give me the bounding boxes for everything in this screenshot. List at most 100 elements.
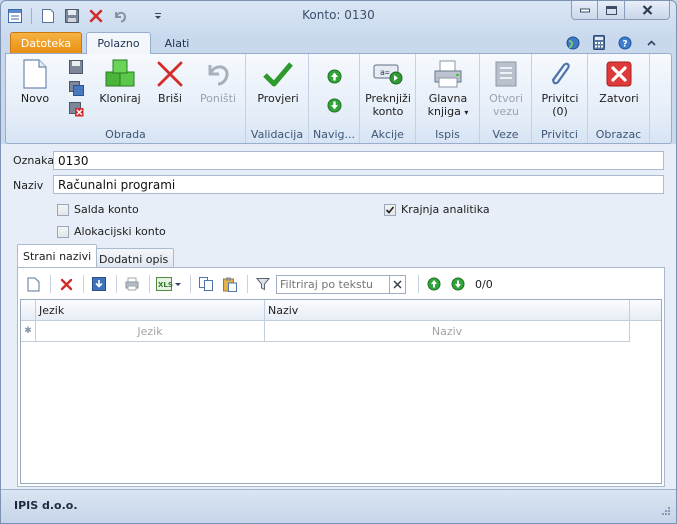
alokacijski-konto-checkbox[interactable]: Alokacijski konto (57, 225, 166, 238)
close-form-icon (603, 58, 635, 90)
title-bar: Konto: 0130 (1, 1, 676, 31)
brisi-button[interactable]: Briši (150, 58, 190, 105)
preknjizi-konto-button[interactable]: a= Preknjiži konto (362, 58, 414, 118)
maximize-icon (605, 5, 617, 15)
checkbox-box (57, 225, 69, 238)
ponisti-button[interactable]: Poništi (196, 58, 240, 105)
save-copy-icon[interactable] (67, 79, 85, 97)
tab-polazno[interactable]: Polazno (86, 32, 151, 54)
svg-text:a=: a= (380, 68, 390, 77)
transfer-account-icon: a= (372, 58, 404, 90)
provjeri-button[interactable]: Provjeri (252, 58, 304, 105)
ribbon: Novo Kloniraj Briši Poništi Obrada Provj… (5, 53, 672, 144)
checkbox-box-checked (384, 203, 396, 216)
nav-up-icon[interactable] (325, 67, 343, 85)
tab-datoteka[interactable]: Datoteka (10, 32, 82, 53)
filter-input[interactable] (276, 274, 390, 294)
printer-icon (432, 58, 464, 90)
grid-toolbar: XLS Filtriraj po tekstu 0/0 (22, 272, 660, 296)
separator (247, 275, 248, 293)
separator (50, 275, 51, 293)
svg-text:XLS: XLS (158, 281, 173, 289)
move-down-icon[interactable] (447, 273, 469, 295)
separator (190, 275, 191, 293)
row-indicator-header (21, 300, 36, 321)
form-area: Oznaka Naziv Salda konto Alokacijski kon… (1, 144, 676, 489)
paperclip-icon (544, 58, 576, 90)
group-obrazac: Zatvori Obrazac (588, 54, 650, 143)
column-header-naziv[interactable]: Naziv (265, 300, 630, 321)
group-navigacija: Navig... (309, 54, 360, 143)
clear-filter-button[interactable] (390, 274, 406, 294)
maximize-button[interactable] (598, 1, 625, 20)
strani-nazivi-grid: Jezik Naziv ✱ Jezik Naziv (20, 299, 662, 484)
status-bar: IPIS d.o.o. (1, 489, 676, 523)
privitci-button[interactable]: Privitci (0) (534, 58, 586, 118)
new-item-row[interactable]: ✱ Jezik Naziv (21, 321, 630, 342)
separator (418, 275, 419, 293)
group-label-obrada: Obrada (105, 128, 146, 141)
otvori-vezu-button[interactable]: Otvori vezu (482, 58, 530, 118)
zatvori-button[interactable]: Zatvori (594, 58, 644, 105)
tab-dodatni-opis[interactable]: Dodatni opis (93, 248, 175, 269)
group-label-ispis: Ispis (435, 128, 460, 141)
clear-x-icon (393, 280, 402, 288)
checkmark-icon (262, 58, 294, 90)
window: Konto: 0130 Datoteka Polazno Alati ? Nov… (0, 0, 677, 524)
resize-grip-icon[interactable] (660, 507, 670, 517)
ribbon-right-buttons: ? (560, 34, 664, 51)
group-label-akcije: Akcije (371, 128, 404, 141)
salda-konto-checkbox[interactable]: Salda konto (57, 203, 139, 216)
naziv-input[interactable] (53, 175, 664, 194)
record-counter: 0/0 (475, 277, 493, 291)
save-small-icon[interactable] (67, 58, 85, 76)
group-akcije: a= Preknjiži konto Akcije (360, 54, 416, 143)
copy-icon[interactable] (195, 273, 217, 295)
column-header-filler (630, 300, 661, 321)
group-label-obrazac: Obrazac (595, 128, 642, 141)
clone-cubes-icon (104, 58, 136, 90)
group-label-navigacija: Navig... (312, 128, 355, 141)
separator (149, 275, 150, 293)
new-row-naziv-cell[interactable]: Naziv (265, 321, 630, 342)
check-icon (385, 205, 395, 214)
group-veze: Otvori vezu Veze (480, 54, 532, 143)
strani-nazivi-panel: XLS Filtriraj po tekstu 0/0 Jezik Naziv … (17, 267, 665, 487)
separator (83, 275, 84, 293)
nav-down-icon[interactable] (325, 96, 343, 114)
group-obrada: Novo Kloniraj Briši Poništi Obrada (6, 54, 246, 143)
help-icon[interactable]: ? (612, 34, 638, 51)
novo-button[interactable]: Novo (14, 58, 56, 105)
save-close-icon[interactable] (67, 100, 85, 118)
tab-strani-nazivi[interactable]: Strani nazivi (17, 244, 98, 267)
glavna-knjiga-button[interactable]: Glavna knjiga ▾ (422, 58, 474, 119)
globe-icon[interactable] (560, 34, 586, 51)
new-row-asterisk-icon: ✱ (21, 321, 36, 342)
filter-funnel-icon[interactable] (252, 273, 274, 295)
print-grid-icon[interactable] (121, 273, 143, 295)
group-validacija: Provjeri Validacija (246, 54, 309, 143)
checkbox-box (57, 203, 69, 216)
new-document-icon (19, 58, 51, 90)
minimize-button[interactable] (571, 1, 598, 20)
oznaka-input[interactable] (53, 151, 664, 170)
tab-alati[interactable]: Alati (153, 32, 201, 54)
group-ispis: Glavna knjiga ▾ Ispis (416, 54, 480, 143)
collapse-ribbon-icon[interactable] (638, 34, 664, 51)
export-excel-icon[interactable]: XLS (154, 273, 184, 295)
grid-header-row: Jezik Naziv (21, 300, 661, 321)
save-row-icon[interactable] (88, 273, 110, 295)
add-row-icon[interactable] (22, 273, 44, 295)
krajnja-analitika-checkbox[interactable]: Krajnja analitika (384, 203, 490, 216)
move-up-icon[interactable] (423, 273, 445, 295)
minimize-icon (579, 8, 590, 13)
paste-icon[interactable] (219, 273, 241, 295)
oznaka-label: Oznaka (13, 154, 55, 167)
column-header-jezik[interactable]: Jezik (36, 300, 265, 321)
calculator-icon[interactable] (586, 34, 612, 51)
group-privitci: Privitci (0) Privitci (532, 54, 588, 143)
new-row-jezik-cell[interactable]: Jezik (36, 321, 265, 342)
delete-row-icon[interactable] (55, 273, 77, 295)
kloniraj-button[interactable]: Kloniraj (96, 58, 144, 105)
close-button[interactable] (625, 1, 670, 20)
